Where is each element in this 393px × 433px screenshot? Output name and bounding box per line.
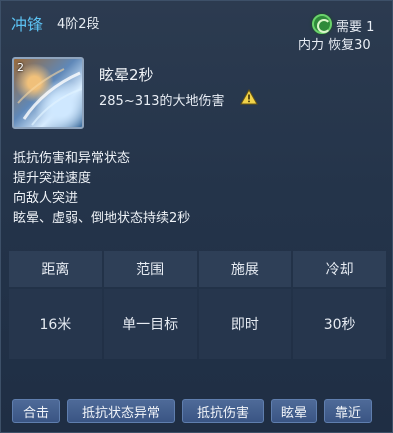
stat-value-area: 单一目标 <box>103 289 197 359</box>
effect-damage: 285~313的大地伤害 <box>99 94 225 109</box>
stat-value-cast: 即时 <box>198 289 292 359</box>
stat-value-range: 16米 <box>9 289 102 359</box>
description-line: 眩晕、虚弱、倒地状态持续2秒 <box>13 211 191 226</box>
skill-tooltip: 冲锋 4阶2段 需要 1 内力 恢复30 2 眩晕2秒 285~313的大地伤害… <box>0 0 393 433</box>
effect-title: 眩晕2秒 <box>99 66 154 84</box>
stat-header-range: 距离 <box>9 251 102 287</box>
skill-art <box>17 68 82 126</box>
inner-force-icon <box>312 14 332 34</box>
description-line: 抵抗伤害和异常状态 <box>13 151 131 166</box>
description-line: 向敌人突进 <box>13 191 79 206</box>
stat-header-cast: 施展 <box>198 251 292 287</box>
skill-description: 抵抗伤害和异常状态 提升突进速度 向敌人突进 眩晕、虚弱、倒地状态持续2秒 <box>13 149 190 229</box>
tag-resist-status[interactable]: 抵抗状态异常 <box>67 399 175 423</box>
stat-header-area: 范围 <box>103 251 197 287</box>
description-line: 提升突进速度 <box>13 171 92 186</box>
tag-approach[interactable]: 靠近 <box>324 399 372 423</box>
skill-rank: 4阶2段 <box>57 17 100 32</box>
stat-header-cooldown: 冷却 <box>293 251 386 287</box>
cost-requirement: 需要 1 <box>336 20 375 35</box>
skill-name: 冲锋 <box>11 15 44 34</box>
skill-stats-table: 距离 范围 施展 冷却 16米 单一目标 即时 30秒 <box>9 251 386 359</box>
stat-value-cooldown: 30秒 <box>293 289 386 359</box>
tag-stun[interactable]: 眩晕 <box>271 399 317 423</box>
charge-skill-icon: 2 <box>12 57 84 129</box>
tag-combo[interactable]: 合击 <box>12 399 60 423</box>
tag-resist-damage[interactable]: 抵抗伤害 <box>182 399 264 423</box>
cost-resource: 内力 恢复30 <box>298 38 371 53</box>
warning-triangle-icon[interactable] <box>239 88 259 106</box>
